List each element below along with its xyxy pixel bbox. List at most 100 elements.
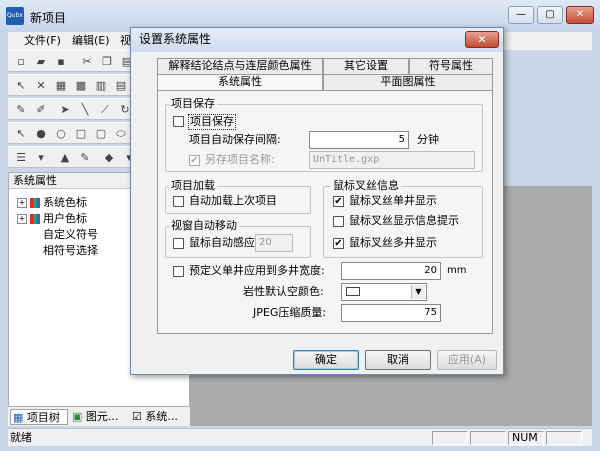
line-tool-icon[interactable]: ╲ bbox=[78, 103, 92, 117]
text-color-icon[interactable]: ▲ bbox=[58, 151, 72, 165]
rectangle-icon[interactable]: □ bbox=[74, 127, 88, 141]
auto-load-label: 自动加载上次项目 bbox=[189, 194, 277, 207]
mouse-sense-label: 鼠标自动感应 bbox=[189, 236, 255, 249]
status-bar: 就绪 NUM bbox=[8, 428, 592, 446]
group-title-crosshair: 鼠标叉丝信息 bbox=[331, 179, 401, 192]
tree-icon: ▦ bbox=[13, 411, 24, 424]
autosave-interval-input[interactable]: 5 bbox=[309, 131, 409, 149]
delete-icon[interactable]: ✕ bbox=[34, 79, 48, 93]
panel-tabs: ▦ 项目树 ▣ 图元... ☑ 系统... bbox=[8, 406, 190, 426]
circle-dot-icon[interactable]: ● bbox=[34, 127, 48, 141]
tab-system[interactable]: ☑ 系统... bbox=[130, 409, 188, 425]
preset-width-input[interactable]: 20 bbox=[341, 262, 441, 280]
tab-symbol-properties[interactable]: 符号属性 bbox=[409, 58, 493, 74]
apply-button[interactable]: 应用(A) bbox=[437, 350, 497, 370]
system-properties-dialog: 设置系统属性 ✕ 解释结论结点与连层颜色属性 其它设置 符号属性 系统属性 平面… bbox=[130, 27, 504, 375]
tab-plan-properties[interactable]: 平面图属性 bbox=[323, 74, 493, 90]
crosshair-tooltip-label: 鼠标叉丝显示信息提示 bbox=[349, 214, 459, 227]
crosshair-multi-checkbox[interactable]: ✔ bbox=[333, 238, 344, 249]
open-folder-icon[interactable]: ▰ bbox=[34, 55, 48, 69]
pen-color-icon[interactable]: ✎ bbox=[78, 151, 92, 165]
pointer-icon[interactable]: ↖ bbox=[14, 79, 28, 93]
tab-elements[interactable]: ▣ 图元... bbox=[70, 409, 128, 425]
select-arrow-icon[interactable]: ➤ bbox=[58, 103, 72, 117]
fill-color-icon[interactable]: ▾ bbox=[34, 151, 48, 165]
preset-width-checkbox[interactable] bbox=[173, 266, 184, 277]
project-save-label: 项目保存 bbox=[188, 114, 236, 130]
tab-node-color-properties[interactable]: 解释结论结点与连层颜色属性 bbox=[157, 58, 323, 74]
toolbar-2: ↖ ✕ ▦ ▩ ▥ ▤ bbox=[8, 74, 148, 96]
cancel-button[interactable]: 取消 bbox=[365, 350, 431, 370]
layers-icon[interactable]: ▦ bbox=[54, 79, 68, 93]
project-save-checkbox[interactable] bbox=[173, 116, 184, 127]
num-lock-indicator: NUM bbox=[508, 431, 544, 445]
status-cell-4 bbox=[546, 431, 582, 445]
cut-icon[interactable]: ✂ bbox=[80, 55, 94, 69]
toolbar-3: ✎ ✐ ➤ ╲ ⟋ ↻ bbox=[8, 98, 148, 120]
tab-system-properties[interactable]: 系统属性 bbox=[157, 74, 323, 90]
toolbar-5: ☰ ▾ ▲ ✎ ◆ ▾ bbox=[8, 146, 148, 168]
empty-color-dropdown[interactable]: ▼ bbox=[341, 283, 427, 301]
maximize-button[interactable]: ▢ bbox=[537, 6, 563, 24]
line-style-icon[interactable]: ☰ bbox=[14, 151, 28, 165]
jpeg-quality-input[interactable]: 75 bbox=[341, 304, 441, 322]
toolbar-1: ▫ ▰ ▪ ✂ ❐ ▤ bbox=[8, 50, 148, 72]
empty-color-label: 岩性默认空颜色: bbox=[243, 285, 324, 298]
preset-width-label: 预定义单井应用到多井宽度: bbox=[189, 264, 325, 277]
tree-item-custom-symbol[interactable]: 自定义符号 bbox=[43, 227, 98, 243]
grid-icon[interactable]: ▩ bbox=[74, 79, 88, 93]
brush-icon[interactable]: ✐ bbox=[34, 103, 48, 117]
save-icon[interactable]: ▪ bbox=[54, 55, 68, 69]
mouse-sense-input[interactable]: 20 bbox=[255, 234, 293, 252]
tab-project-tree[interactable]: ▦ 项目树 bbox=[10, 409, 68, 425]
expand-icon[interactable]: + bbox=[17, 214, 27, 224]
saveas-filename-input[interactable]: UnTitle.gxp bbox=[309, 151, 475, 169]
polyline-tool-icon[interactable]: ⟋ bbox=[98, 103, 112, 117]
minimize-button[interactable]: — bbox=[508, 6, 534, 24]
toolbar-4: ↖ ● ○ □ ▢ ⬭ bbox=[8, 122, 148, 144]
dialog-title: 设置系统属性 bbox=[131, 28, 503, 52]
pointer-tool-icon[interactable]: ↖ bbox=[14, 127, 28, 141]
preset-width-unit: mm bbox=[447, 265, 467, 276]
dialog-close-button[interactable]: ✕ bbox=[465, 31, 499, 48]
tree-item-user-colors[interactable]: + 用户色标 bbox=[17, 211, 87, 227]
group-title-project-load: 项目加载 bbox=[169, 179, 217, 192]
image-icon: ▣ bbox=[72, 410, 83, 423]
pen-icon[interactable]: ✎ bbox=[14, 103, 28, 117]
menu-edit[interactable]: 编辑(E) bbox=[68, 32, 114, 50]
saveas-label: 另存项目名称: bbox=[205, 153, 275, 166]
check-icon: ☑ bbox=[132, 410, 142, 423]
dropdown-arrow-icon[interactable]: ▼ bbox=[411, 285, 425, 299]
chart-icon[interactable]: ▥ bbox=[94, 79, 108, 93]
color-swatch bbox=[346, 287, 360, 296]
interval-unit-label: 分钟 bbox=[417, 133, 439, 146]
crosshair-tooltip-checkbox[interactable] bbox=[333, 216, 344, 227]
fill-bucket-icon[interactable]: ◆ bbox=[102, 151, 116, 165]
tree-item-system-colors[interactable]: + 系统色标 bbox=[17, 195, 87, 211]
ellipse-icon[interactable]: ⬭ bbox=[114, 127, 128, 141]
crosshair-single-checkbox[interactable]: ✔ bbox=[333, 196, 344, 207]
new-file-icon[interactable]: ▫ bbox=[14, 55, 28, 69]
mouse-sense-checkbox[interactable] bbox=[173, 238, 184, 249]
ok-button[interactable]: 确定 bbox=[293, 350, 359, 370]
expand-icon[interactable]: + bbox=[17, 198, 27, 208]
close-button[interactable]: ✕ bbox=[566, 6, 594, 24]
window-title: 新项目 bbox=[30, 11, 67, 25]
tree-item-phase-symbol[interactable]: 相符号选择 bbox=[43, 243, 98, 259]
color-scale-icon bbox=[30, 214, 40, 224]
tab-other-settings[interactable]: 其它设置 bbox=[323, 58, 409, 74]
circle-icon[interactable]: ○ bbox=[54, 127, 68, 141]
copy-icon[interactable]: ❐ bbox=[100, 55, 114, 69]
crosshair-single-label: 鼠标叉丝单井显示 bbox=[349, 194, 437, 207]
menu-file[interactable]: 文件(F) bbox=[20, 32, 65, 50]
group-title-project-save: 项目保存 bbox=[169, 97, 217, 110]
saveas-checkbox[interactable]: ✔ bbox=[189, 155, 200, 166]
rounded-rect-icon[interactable]: ▢ bbox=[94, 127, 108, 141]
status-text: 就绪 bbox=[10, 431, 32, 444]
status-cell-1 bbox=[432, 431, 468, 445]
jpeg-quality-label: JPEG压缩质量: bbox=[253, 306, 327, 319]
auto-load-checkbox[interactable] bbox=[173, 196, 184, 207]
group-title-window-move: 视窗自动移动 bbox=[169, 219, 239, 232]
table-icon[interactable]: ▤ bbox=[114, 79, 128, 93]
status-cell-2 bbox=[470, 431, 506, 445]
